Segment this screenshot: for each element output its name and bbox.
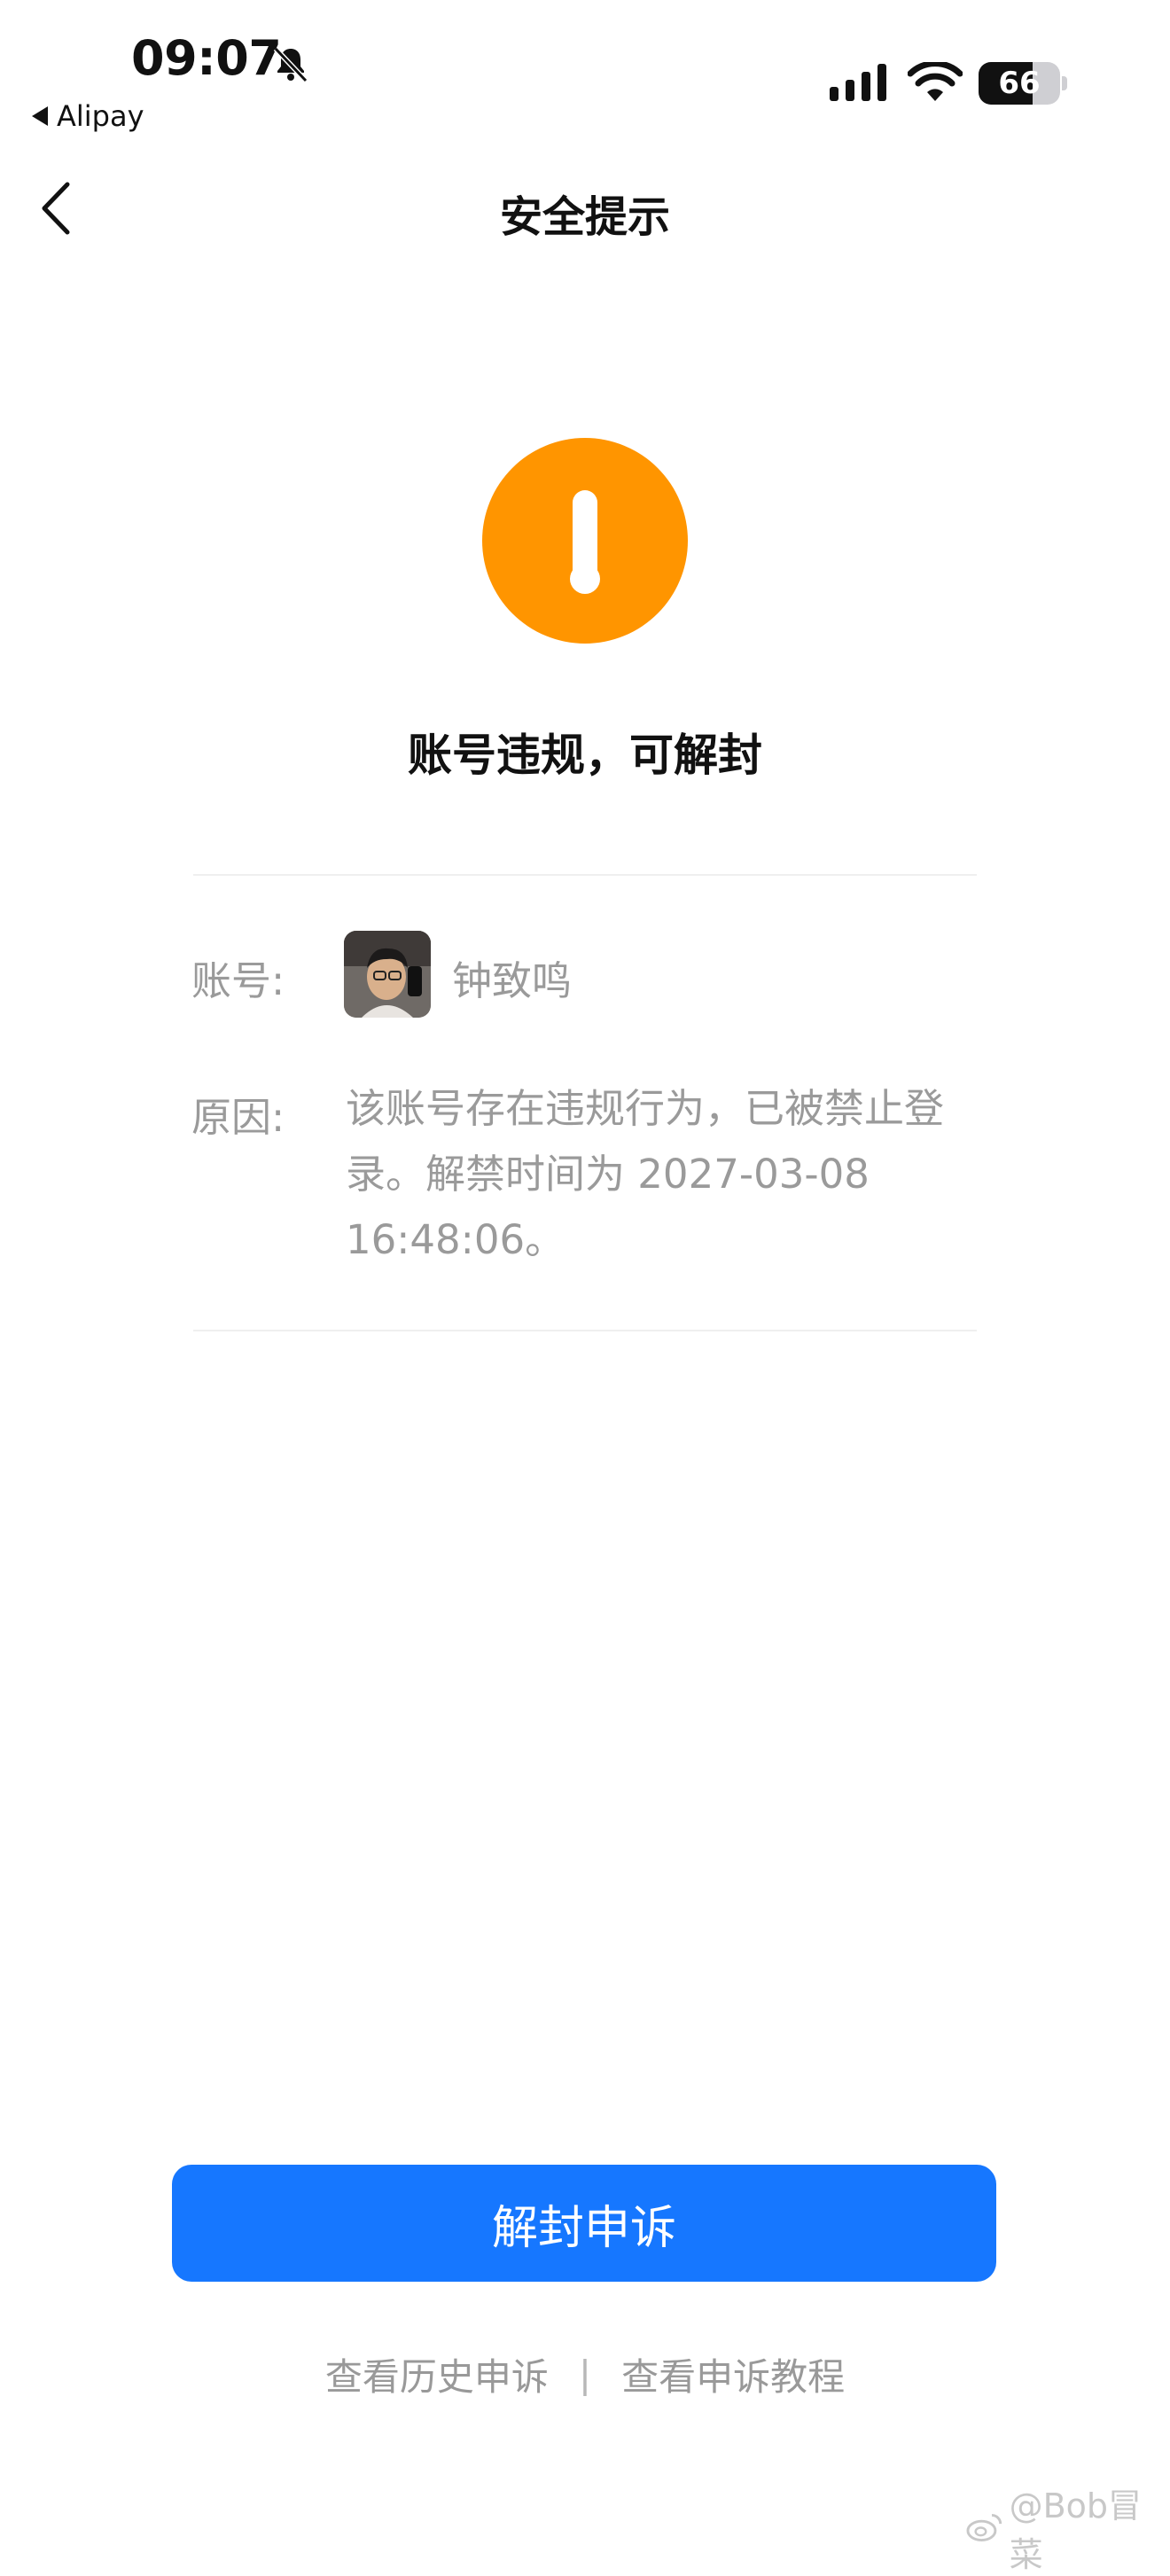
page-title: 安全提示 <box>499 192 670 242</box>
silent-bell-icon <box>273 46 308 83</box>
link-separator: | <box>578 2353 592 2396</box>
battery-level: 66 <box>998 66 1041 101</box>
battery-indicator: 66 <box>979 62 1060 105</box>
divider-top <box>193 874 977 876</box>
reason-label: 原因: <box>191 1094 285 1141</box>
back-to-app-link[interactable]: Alipay <box>32 99 144 133</box>
cellular-signal-icon <box>830 64 886 101</box>
avatar <box>344 931 431 1018</box>
appeal-tutorial-link[interactable]: 查看申诉教程 <box>621 2347 845 2401</box>
divider-bottom <box>193 1330 977 1331</box>
appeal-button[interactable]: 解封申诉 <box>172 2165 996 2282</box>
exclamation-dot <box>570 564 600 594</box>
back-app-label: Alipay <box>57 99 144 133</box>
battery-tip <box>1062 76 1067 90</box>
watermark-text: @Bob冒菜 <box>1009 2486 1143 2574</box>
exclamation-bar <box>573 490 597 575</box>
reason-text: 该账号存在违规行为，已被禁止登录。解禁时间为 2027-03-08 16:48:… <box>346 1085 945 1263</box>
notice-headline: 账号违规，可解封 <box>408 730 762 781</box>
status-time: 09:07 <box>131 30 282 86</box>
history-appeals-link[interactable]: 查看历史申诉 <box>325 2347 549 2401</box>
wifi-icon <box>908 62 963 101</box>
account-label: 账号: <box>191 957 285 1004</box>
weibo-icon <box>966 2514 1002 2541</box>
account-name: 钟致鸣 <box>452 957 573 1004</box>
footer-links: 查看历史申诉 | 查看申诉教程 <box>0 2347 1170 2401</box>
watermark: @Bob冒菜 <box>966 2478 1170 2576</box>
back-triangle-icon <box>32 106 48 126</box>
